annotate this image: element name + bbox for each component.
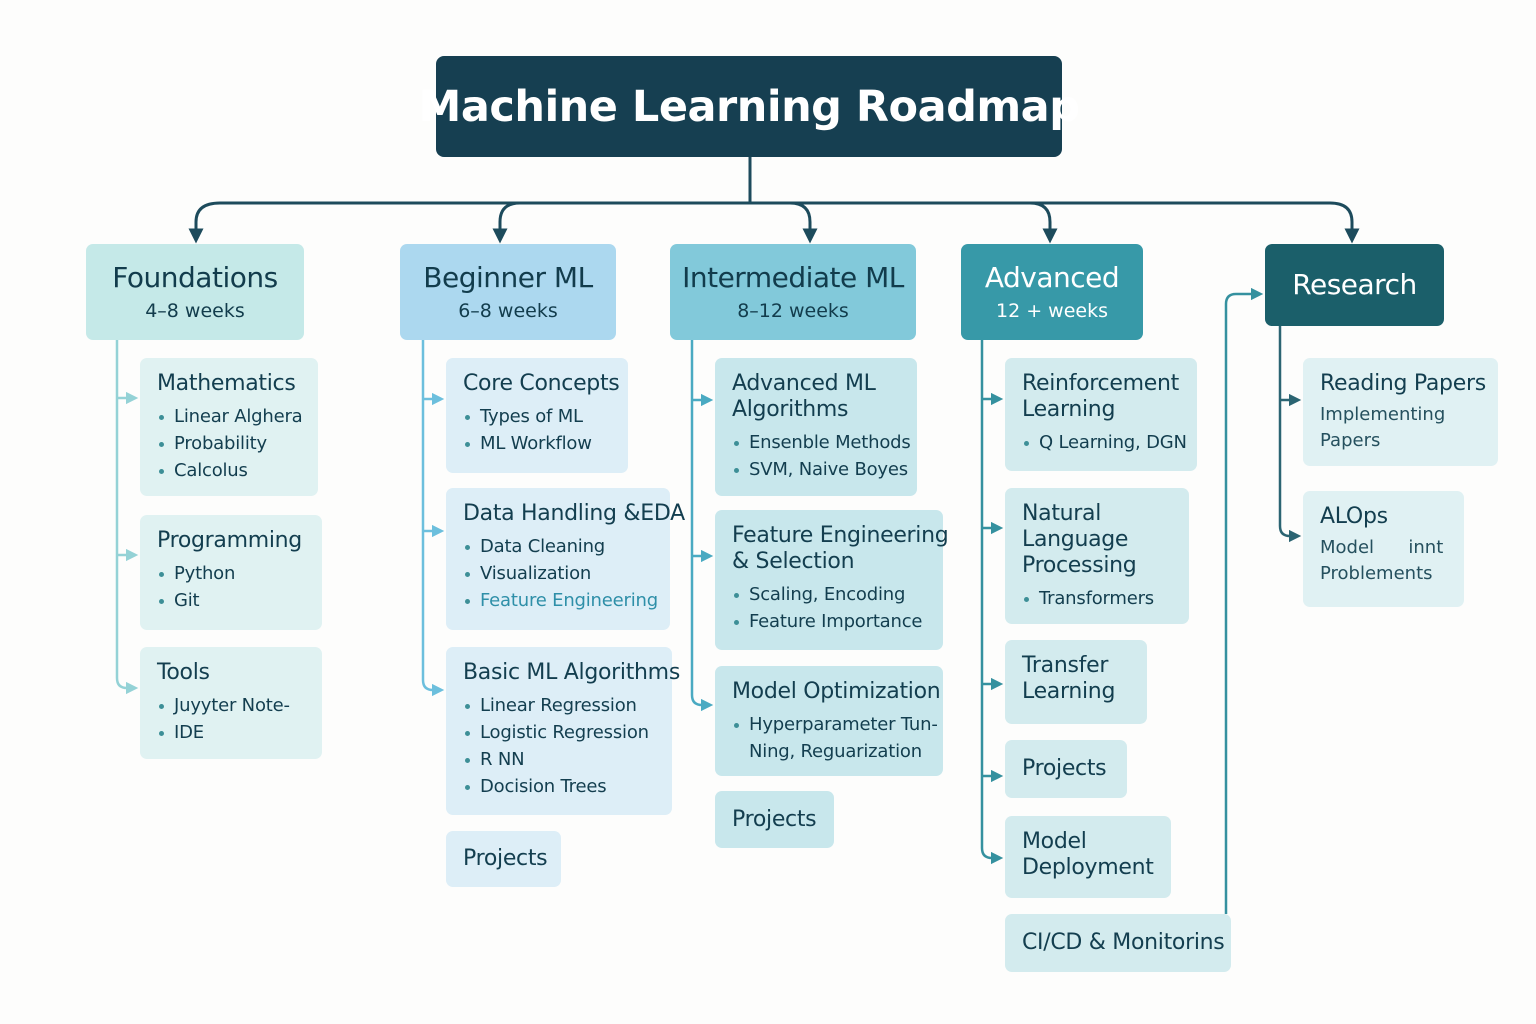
- card-projects-intermediate: Projects: [715, 791, 834, 848]
- card-note: Model innt Problements: [1320, 537, 1444, 584]
- card-reading-papers: Reading Papers Implementing Papers: [1303, 358, 1498, 466]
- card-title: Projects: [1022, 756, 1107, 781]
- card-items: Transformers: [1022, 585, 1189, 612]
- card-items: Juyyter Note- IDE: [157, 692, 322, 746]
- list-item: IDE: [157, 719, 322, 746]
- card-model-deployment: Model Deployment: [1005, 816, 1171, 898]
- card-title: Projects: [732, 806, 817, 832]
- list-item: Probability: [157, 430, 318, 457]
- card-title: Model Deployment: [1022, 829, 1154, 880]
- card-core-concepts: Core Concepts Types of ML ML Workflow: [446, 358, 628, 473]
- card-data-handling-eda: Data Handling &EDA Data Cleaning Visuali…: [446, 488, 685, 630]
- list-item: Logistic Regression: [463, 719, 672, 746]
- phase-title: Foundations: [112, 261, 278, 294]
- card-items: Ensenble Methods SVM, Naive Boyes: [732, 429, 917, 483]
- phase-title: Intermediate ML: [682, 261, 904, 294]
- phase-duration: 6–8 weeks: [458, 300, 558, 322]
- card-items: Python Git: [157, 560, 322, 614]
- card-programming: Programming Python Git: [140, 515, 322, 630]
- list-item: Types of ML: [463, 403, 628, 430]
- card-transfer-learning: Transfer Learning: [1005, 640, 1147, 724]
- phase-duration: 12 + weeks: [996, 300, 1108, 322]
- card-reinforcement-learning: Reinforcement Learning Q Learning, DGN: [1005, 358, 1197, 471]
- card-projects-beginner: Projects: [446, 831, 561, 887]
- phase-beginner-ml: Beginner ML 6–8 weeks: [400, 244, 616, 340]
- list-item: Transformers: [1022, 585, 1189, 612]
- card-title: Programming: [157, 528, 302, 553]
- card-title: Tools: [157, 660, 210, 685]
- list-item: Feature Engineering: [463, 587, 670, 614]
- list-item: Linear Regression: [463, 692, 672, 719]
- card-title: Reinforcement Learning: [1022, 371, 1179, 422]
- card-title: Transfer Learning: [1022, 653, 1116, 704]
- card-tools: Tools Juyyter Note- IDE: [140, 647, 322, 759]
- phase-duration: 8–12 weeks: [737, 300, 849, 322]
- list-item: Scaling, Encoding: [732, 581, 943, 608]
- card-alops: ALOps Model innt Problements: [1303, 491, 1464, 607]
- title-tree-connectors: [188, 157, 1360, 244]
- card-items: Scaling, Encoding Feature Importance: [732, 581, 943, 635]
- phase-title: Advanced: [984, 261, 1120, 294]
- card-items: Hyperparameter Tun- Ning, Reguarization: [732, 711, 943, 765]
- phase-research: Research: [1265, 244, 1444, 326]
- list-item-continuation: Ning, Reguarization: [749, 741, 922, 762]
- card-title: Projects: [463, 846, 548, 871]
- card-title: ALOps: [1320, 504, 1388, 529]
- card-title: Core Concepts: [463, 371, 620, 396]
- list-item: Data Cleaning: [463, 533, 670, 560]
- list-item: Hyperparameter Tun- Ning, Reguarization: [732, 711, 943, 765]
- card-title: Feature Engineering & Selection: [732, 523, 949, 574]
- card-items: Q Learning, DGN: [1022, 429, 1197, 456]
- list-item: Juyyter Note-: [157, 692, 322, 719]
- card-title: Advanced ML Algorithms: [732, 371, 876, 422]
- card-title: Mathematics: [157, 371, 296, 396]
- card-natural-language-processing: Natural Language Processing Transformers: [1005, 488, 1189, 624]
- list-item: Calcolus: [157, 457, 318, 484]
- list-item: ML Workflow: [463, 430, 628, 457]
- card-note: Implementing Papers: [1320, 404, 1446, 451]
- research-connectors: [1224, 287, 1302, 914]
- phase-foundations: Foundations 4–8 weeks: [86, 244, 304, 340]
- phase-duration: 4–8 weeks: [145, 300, 245, 322]
- card-advanced-ml-algorithms: Advanced ML Algorithms Ensenble Methods …: [715, 358, 917, 496]
- card-title: Reading Papers: [1320, 371, 1486, 396]
- card-title: Data Handling &EDA: [463, 501, 685, 526]
- card-model-optimization: Model Optimization Hyperparameter Tun- N…: [715, 666, 943, 776]
- advanced-connectors: [980, 340, 1004, 865]
- card-title: Natural Language Processing: [1022, 501, 1137, 578]
- list-item: Python: [157, 560, 322, 587]
- list-item: Ensenble Methods: [732, 429, 917, 456]
- phase-title: Beginner ML: [423, 261, 593, 294]
- card-items: Types of ML ML Workflow: [463, 403, 628, 457]
- card-title: Model Optimization: [732, 679, 941, 704]
- card-feature-engineering-selection: Feature Engineering & Selection Scaling,…: [715, 510, 949, 650]
- list-item: Git: [157, 587, 322, 614]
- foundations-connectors: [115, 340, 139, 695]
- list-item: Linear Alghera: [157, 403, 318, 430]
- list-item: Q Learning, DGN: [1022, 429, 1197, 456]
- card-basic-ml-algorithms: Basic ML Algorithms Linear Regression Lo…: [446, 647, 680, 815]
- phase-advanced: Advanced 12 + weeks: [961, 244, 1143, 340]
- intermediate-connectors: [690, 340, 714, 712]
- phase-title: Research: [1292, 268, 1417, 301]
- card-title: CI/CD & Monitorins: [1022, 930, 1225, 955]
- list-item: R NN: [463, 746, 672, 773]
- list-item: SVM, Naive Boyes: [732, 456, 917, 483]
- card-items: Linear Regression Logistic Regression R …: [463, 692, 672, 800]
- card-projects-advanced: Projects: [1005, 740, 1127, 798]
- card-mathematics: Mathematics Linear Alghera Probability C…: [140, 358, 318, 496]
- roadmap-title-box: Machine Learning Roadmap: [419, 56, 1080, 157]
- roadmap-title: Machine Learning Roadmap: [418, 81, 1080, 132]
- beginner-connectors: [421, 340, 445, 697]
- list-item: Feature Importance: [732, 608, 943, 635]
- card-title: Basic ML Algorithms: [463, 660, 680, 685]
- card-items: Data Cleaning Visualization Feature Engi…: [463, 533, 670, 614]
- card-ci-cd-monitoring: CI/CD & Monitorins: [1005, 914, 1231, 972]
- phase-intermediate-ml: Intermediate ML 8–12 weeks: [670, 244, 916, 340]
- list-item: Visualization: [463, 560, 670, 587]
- card-items: Linear Alghera Probability Calcolus: [157, 403, 318, 484]
- list-item: Docision Trees: [463, 773, 672, 800]
